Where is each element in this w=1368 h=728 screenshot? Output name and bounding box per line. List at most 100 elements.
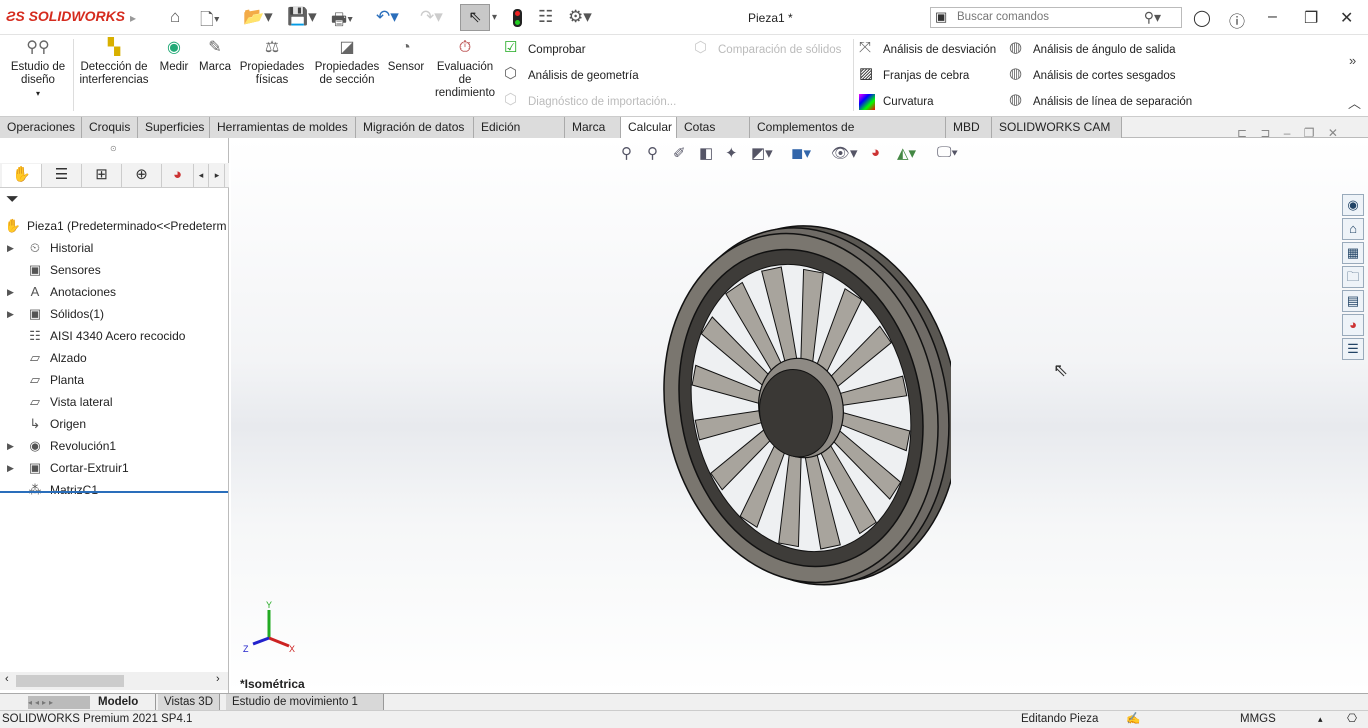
display-manager-tab-icon[interactable]: ◕ xyxy=(162,164,194,187)
dimxpert-tab-icon[interactable]: ⊕ xyxy=(122,164,162,187)
compare-bodies-button[interactable]: ⬡ Comparación de sólidos xyxy=(692,40,841,62)
undo-icon[interactable]: ↶▾ xyxy=(376,7,399,27)
panel-grip-icon[interactable]: ⊙ xyxy=(110,144,117,153)
appearances-icon[interactable]: ◕ xyxy=(1342,314,1364,336)
solidworks-notifications-icon[interactable]: ⎔ xyxy=(1347,711,1357,728)
select-icon[interactable]: ⇖ xyxy=(460,4,490,31)
tree-item[interactable]: ▶ ▣ Cortar-Extruir1 xyxy=(0,457,228,479)
import-diagnostics-button[interactable]: ⬡ Diagnóstico de importación... xyxy=(502,92,676,114)
minimize-button[interactable]: – xyxy=(1268,8,1277,26)
units-selector[interactable]: MMGS xyxy=(1240,711,1276,728)
edit-appearance-icon[interactable]: ◕ xyxy=(871,144,880,161)
ribbon-more-icon[interactable]: » xyxy=(1349,53,1356,68)
tab-cotas-mbd[interactable]: Cotas MBD xyxy=(677,117,750,154)
tab-migraci-n-de-datos[interactable]: Migración de datos xyxy=(356,117,474,138)
horizontal-scrollbar[interactable]: ‹ › xyxy=(0,672,228,690)
3d-content-icon[interactable]: ▦ xyxy=(1342,242,1364,264)
filter-icon[interactable]: ⏷ xyxy=(6,191,19,209)
expand-icon[interactable]: ▶ xyxy=(7,281,14,303)
file-properties-icon[interactable]: ☷ xyxy=(538,7,553,27)
restore-button[interactable]: ❐ xyxy=(1304,8,1318,28)
markup-button[interactable]: ✎ Marca xyxy=(196,40,234,74)
tree-item[interactable]: ▱ Vista lateral xyxy=(0,391,228,413)
user-account-icon[interactable]: ◯ xyxy=(1193,8,1211,28)
units-up-icon[interactable]: ▴ xyxy=(1318,711,1323,728)
tree-item[interactable]: ▣ Sensores xyxy=(0,259,228,281)
check-button[interactable]: ☑ Comprobar xyxy=(502,40,586,62)
select-dropdown-icon[interactable]: ▾ xyxy=(492,12,497,23)
search-commands-input[interactable]: ▣ Buscar comandos ⚲▾ xyxy=(930,7,1182,28)
measure-button[interactable]: ◉ Medir xyxy=(156,40,192,74)
mass-properties-button[interactable]: ⚖ Propiedades físicas xyxy=(238,40,306,87)
zoom-to-area-icon[interactable]: ⚲ xyxy=(647,144,658,162)
new-file-icon[interactable]: 🗋▾ xyxy=(200,7,220,36)
solidworks-logo[interactable]: ƧS SOLIDWORKS xyxy=(6,8,125,24)
interference-detection-button[interactable]: ▚ Detección de interferencias xyxy=(78,40,150,87)
solidworks-resources-icon[interactable]: ◉ xyxy=(1342,194,1364,216)
zebra-stripes-button[interactable]: ▨ Franjas de cebra xyxy=(857,66,969,88)
tab-solidworks-cam[interactable]: SOLIDWORKS CAM xyxy=(992,117,1122,138)
parting-line-analysis-button[interactable]: ◍ Análisis de línea de separación xyxy=(1007,92,1192,114)
options-gear-icon[interactable]: ⚙▾ xyxy=(568,7,592,27)
tab-mbd[interactable]: MBD xyxy=(946,117,992,138)
tab-edici-n-directa[interactable]: Edición directa xyxy=(474,117,565,154)
rollback-bar[interactable] xyxy=(0,491,228,493)
expand-icon[interactable]: ▶ xyxy=(7,435,14,457)
tree-item[interactable]: ▱ Alzado xyxy=(0,347,228,369)
save-icon[interactable]: 💾▾ xyxy=(287,7,317,27)
display-style-icon[interactable]: ◼▾ xyxy=(791,144,811,162)
viewport-window-controls[interactable]: ⊏ ⊐ – ❐ ✕ xyxy=(1237,126,1338,140)
scroll-right-icon[interactable]: › xyxy=(216,673,220,685)
draft-analysis-button[interactable]: ◍ Análisis de ángulo de salida xyxy=(1007,40,1176,62)
view-orientation-icon[interactable]: ◩▾ xyxy=(751,144,773,162)
bottom-tab-1[interactable]: Vistas 3D xyxy=(158,694,220,711)
close-button[interactable]: ✕ xyxy=(1340,8,1353,28)
tab-complementos-de-solidworks[interactable]: Complementos de SOLIDWORKS xyxy=(750,117,946,154)
expand-icon[interactable]: ▶ xyxy=(7,303,14,325)
geometry-analysis-button[interactable]: ⬡ Análisis de geometría xyxy=(502,66,639,88)
apply-scene-icon[interactable]: ◭▾ xyxy=(897,144,916,162)
curvature-button[interactable]: Curvatura xyxy=(857,94,934,114)
zoom-to-fit-icon[interactable]: ⚲ xyxy=(621,144,632,162)
print-icon[interactable]: 🖶▾ xyxy=(331,7,353,36)
graphics-viewport[interactable]: ⚲ ⚲ ✐ ◧ ✦ ◩▾ ◼▾ 👁▾ ◕ ◭▾ 🖵▾ ⊏ ⊐ – ❐ ✕ ◉ ⌂… xyxy=(231,126,1368,693)
configuration-manager-tab-icon[interactable]: ⊞ xyxy=(82,164,122,187)
file-explorer-icon[interactable]: 🗀 xyxy=(1342,266,1364,288)
tree-item[interactable]: ▶ ▣ Sólidos(1) xyxy=(0,303,228,325)
custom-properties-icon[interactable]: ☰ xyxy=(1342,338,1364,360)
tab-croquis[interactable]: Croquis xyxy=(82,117,138,138)
undercut-analysis-button[interactable]: ◍ Análisis de cortes sesgados xyxy=(1007,66,1176,88)
expand-menu-icon[interactable]: ▸ xyxy=(130,11,136,25)
dynamic-annotation-icon[interactable]: ✦ xyxy=(725,144,738,162)
tree-item[interactable]: ↳ Origen xyxy=(0,413,228,435)
home-icon[interactable]: ⌂ xyxy=(170,7,180,27)
redo-icon[interactable]: ↷▾ xyxy=(420,7,443,27)
bottom-tab-2[interactable]: Estudio de movimiento 1 xyxy=(226,694,384,711)
open-file-icon[interactable]: 📂▾ xyxy=(243,7,273,27)
tab-herramientas-de-moldes[interactable]: Herramientas de moldes xyxy=(210,117,356,138)
design-study-button[interactable]: ⚲⚲ Estudio de diseño ▾ xyxy=(6,40,70,100)
tree-item[interactable]: ▶ ◉ Revolución1 xyxy=(0,435,228,457)
tree-item[interactable]: ▶ ⏲ Historial xyxy=(0,237,228,259)
deviation-analysis-button[interactable]: ⤧ Análisis de desviación xyxy=(857,40,996,62)
view-settings-icon[interactable]: 🖵▾ xyxy=(937,144,958,161)
sensor-button[interactable]: ◔ Sensor xyxy=(386,40,426,74)
section-properties-button[interactable]: ◪ Propiedades de sección xyxy=(312,40,382,87)
help-icon[interactable]: ⓘ xyxy=(1229,8,1245,32)
scroll-left-icon[interactable]: ‹ xyxy=(5,673,9,685)
performance-evaluation-button[interactable]: ⏱ Evaluación de rendimiento xyxy=(432,40,498,100)
feature-manager-tab-icon[interactable]: ✋ xyxy=(2,164,42,187)
tree-item[interactable]: ▱ Planta xyxy=(0,369,228,391)
wheel-model[interactable] xyxy=(611,218,951,598)
tab-marca[interactable]: Marca xyxy=(565,117,621,138)
expand-icon[interactable]: ▶ xyxy=(7,237,14,259)
scrollbar-thumb[interactable] xyxy=(16,675,124,687)
tab-operaciones[interactable]: Operaciones xyxy=(0,117,82,138)
rebuild-status-icon[interactable]: ✍ xyxy=(1126,711,1140,728)
section-view-icon[interactable]: ◧ xyxy=(699,144,713,162)
tab-superficies[interactable]: Superficies xyxy=(138,117,210,138)
rebuild-icon[interactable] xyxy=(513,9,522,27)
design-library-icon[interactable]: ⌂ xyxy=(1342,218,1364,240)
bottom-tab-0[interactable]: Modelo xyxy=(92,694,156,711)
collapse-ribbon-icon[interactable]: ︿ xyxy=(1348,93,1361,112)
